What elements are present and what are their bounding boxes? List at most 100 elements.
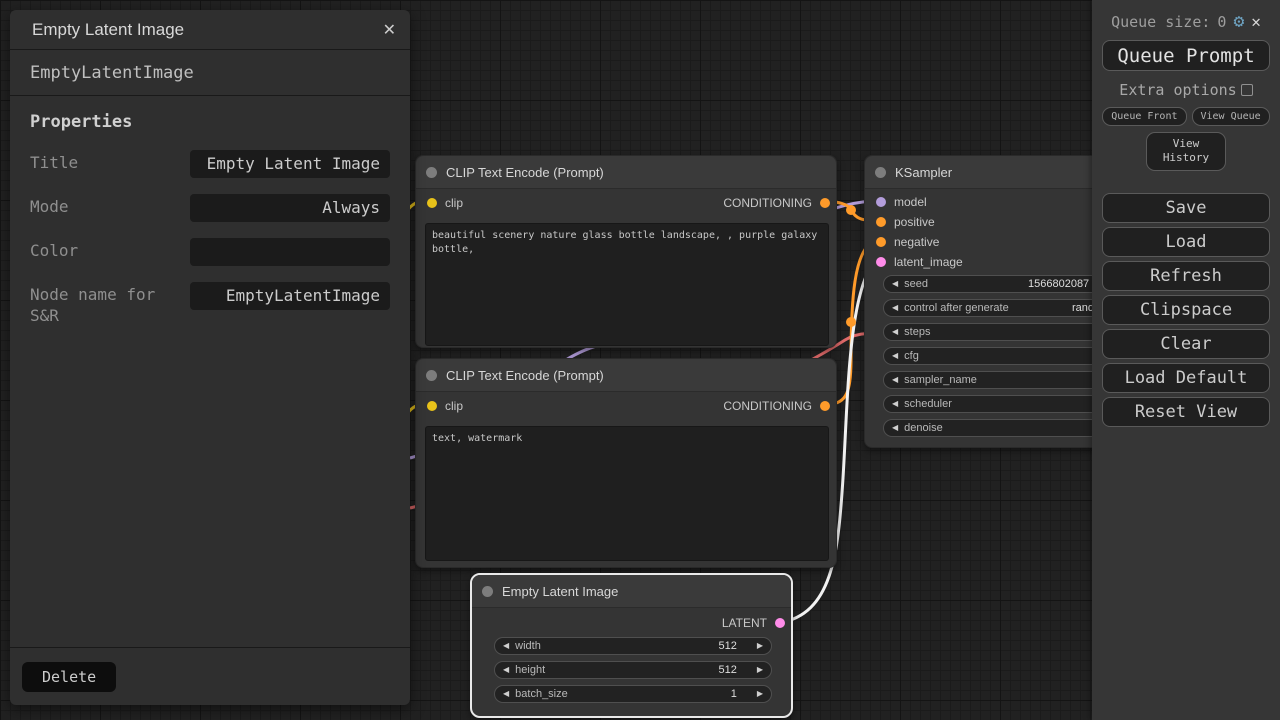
node-status-dot: [875, 167, 886, 178]
node-status-dot: [426, 167, 437, 178]
link-dot[interactable]: [846, 205, 856, 215]
conditioning-output-port[interactable]: [820, 198, 830, 208]
title-field-label: Title: [30, 150, 190, 174]
stepper-left-icon[interactable]: ◀: [892, 376, 898, 384]
widget-name: batch_size: [515, 688, 568, 700]
positive-input-port[interactable]: [876, 217, 886, 227]
stepper-left-icon[interactable]: ◀: [892, 304, 898, 312]
queue-size-value: 0: [1217, 13, 1226, 31]
color-field[interactable]: [190, 238, 390, 266]
io-row: LATENT: [472, 613, 791, 633]
panel-footer: Delete: [10, 647, 410, 705]
widget-value[interactable]: 512: [718, 640, 756, 652]
view-queue-button[interactable]: View Queue: [1192, 107, 1270, 126]
settings-gear-icon[interactable]: ⚙: [1233, 13, 1244, 31]
latent-image-input-port[interactable]: [876, 257, 886, 267]
prompt-textarea[interactable]: text, watermark: [425, 426, 829, 561]
seed-widget[interactable]: ◀ seed 1566802087: [883, 275, 1123, 293]
height-widget[interactable]: ◀ height 512 ▶: [494, 661, 772, 679]
widget-name: scheduler: [904, 398, 952, 410]
stepper-left-icon[interactable]: ◀: [892, 328, 898, 336]
widget-name: height: [515, 664, 545, 676]
load-default-button[interactable]: Load Default: [1102, 363, 1270, 393]
widget-name: control after generate: [904, 302, 1009, 314]
stepper-left-icon[interactable]: ◀: [892, 280, 898, 288]
widget-value[interactable]: 1: [731, 688, 757, 700]
clipspace-button[interactable]: Clipspace: [1102, 295, 1270, 325]
node-header[interactable]: CLIP Text Encode (Prompt): [416, 156, 836, 189]
scheduler-widget[interactable]: ◀ scheduler: [883, 395, 1123, 413]
output-label: CONDITIONING: [723, 196, 812, 210]
node-title: CLIP Text Encode (Prompt): [446, 368, 604, 383]
reset-view-button[interactable]: Reset View: [1102, 397, 1270, 427]
denoise-widget[interactable]: ◀ denoise: [883, 419, 1123, 437]
stepper-left-icon[interactable]: ◀: [503, 666, 509, 674]
stepper-left-icon[interactable]: ◀: [503, 690, 509, 698]
delete-button[interactable]: Delete: [22, 662, 116, 692]
node-empty-latent-image[interactable]: Empty Latent Image LATENT ◀ width 512 ▶ …: [470, 573, 793, 718]
node-status-dot: [482, 586, 493, 597]
view-history-button[interactable]: View History: [1146, 132, 1226, 171]
queue-front-button[interactable]: Queue Front: [1102, 107, 1186, 126]
widget-name: denoise: [904, 422, 943, 434]
stepper-left-icon[interactable]: ◀: [892, 424, 898, 432]
model-input-port[interactable]: [876, 197, 886, 207]
node-name-field[interactable]: EmptyLatentImage: [190, 282, 390, 310]
input-label: latent_image: [894, 255, 963, 269]
close-icon[interactable]: ✕: [1251, 12, 1261, 31]
conditioning-output-port[interactable]: [820, 401, 830, 411]
mode-field[interactable]: Always: [190, 194, 390, 222]
widget-value[interactable]: 1566802087: [1028, 278, 1089, 290]
link-dot[interactable]: [846, 317, 856, 327]
clear-button[interactable]: Clear: [1102, 329, 1270, 359]
node-properties-panel: Empty Latent Image ✕ EmptyLatentImage Pr…: [10, 10, 410, 705]
title-field[interactable]: Empty Latent Image: [190, 150, 390, 178]
save-button[interactable]: Save: [1102, 193, 1270, 223]
close-icon[interactable]: ✕: [383, 20, 396, 40]
property-row: Node name for S&R EmptyLatentImage: [30, 282, 390, 327]
property-row: Color: [30, 238, 390, 266]
output-label: LATENT: [722, 616, 767, 630]
prompt-textarea[interactable]: beautiful scenery nature glass bottle la…: [425, 223, 829, 346]
property-row: Title Empty Latent Image: [30, 150, 390, 178]
load-button[interactable]: Load: [1102, 227, 1270, 257]
stepper-right-icon[interactable]: ▶: [757, 642, 763, 650]
output-label: CONDITIONING: [723, 399, 812, 413]
steps-widget[interactable]: ◀ steps: [883, 323, 1123, 341]
negative-input-port[interactable]: [876, 237, 886, 247]
node-class-name: EmptyLatentImage: [10, 50, 410, 96]
node-header[interactable]: Empty Latent Image: [472, 575, 791, 608]
latent-output-port[interactable]: [775, 618, 785, 628]
width-widget[interactable]: ◀ width 512 ▶: [494, 637, 772, 655]
node-header[interactable]: CLIP Text Encode (Prompt): [416, 359, 836, 392]
queue-prompt-button[interactable]: Queue Prompt: [1102, 40, 1270, 71]
input-label: negative: [894, 235, 939, 249]
view-history-line1: View: [1173, 137, 1200, 150]
widget-value[interactable]: 512: [718, 664, 756, 676]
control-after-generate-widget[interactable]: ◀ control after generate randomize: [883, 299, 1123, 317]
node-title: CLIP Text Encode (Prompt): [446, 165, 604, 180]
view-history-line2: History: [1163, 151, 1209, 164]
node-title: KSampler: [895, 165, 952, 180]
stepper-right-icon[interactable]: ▶: [757, 666, 763, 674]
widget-name: width: [515, 640, 541, 652]
node-clip-text-encode-positive[interactable]: CLIP Text Encode (Prompt) clip CONDITION…: [415, 155, 837, 348]
color-field-label: Color: [30, 238, 190, 262]
stepper-right-icon[interactable]: ▶: [757, 690, 763, 698]
stepper-left-icon[interactable]: ◀: [892, 400, 898, 408]
stepper-left-icon[interactable]: ◀: [892, 352, 898, 360]
node-title: Empty Latent Image: [502, 584, 618, 599]
node-status-dot: [426, 370, 437, 381]
refresh-button[interactable]: Refresh: [1102, 261, 1270, 291]
stepper-left-icon[interactable]: ◀: [503, 642, 509, 650]
panel-titlebar: Empty Latent Image ✕: [10, 10, 410, 50]
node-clip-text-encode-negative[interactable]: CLIP Text Encode (Prompt) clip CONDITION…: [415, 358, 837, 568]
cfg-widget[interactable]: ◀ cfg: [883, 347, 1123, 365]
input-label: model: [894, 195, 927, 209]
comfyui-menu: Queue size: 0 ⚙ ✕ Queue Prompt Extra opt…: [1092, 0, 1280, 720]
widget-name: seed: [904, 278, 928, 290]
sampler-name-widget[interactable]: ◀ sampler_name: [883, 371, 1123, 389]
extra-options-checkbox[interactable]: [1241, 84, 1253, 96]
batch-size-widget[interactable]: ◀ batch_size 1 ▶: [494, 685, 772, 703]
property-row: Mode Always: [30, 194, 390, 222]
